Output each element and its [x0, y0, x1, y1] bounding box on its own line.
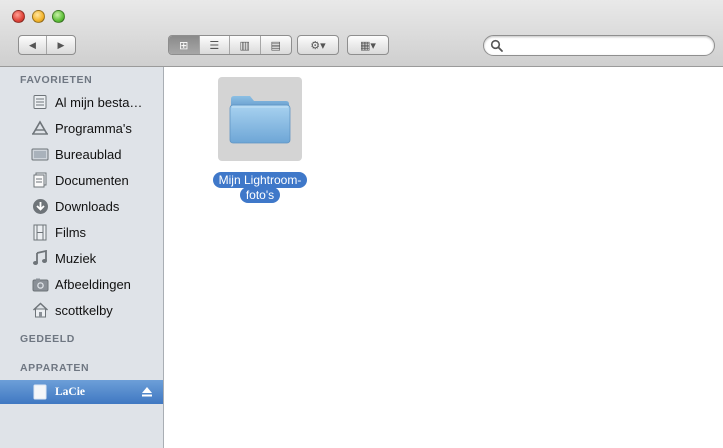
- action-menu-button[interactable]: ⚙▾: [297, 35, 339, 55]
- coverflow-view-icon: ▤: [270, 39, 281, 52]
- close-window-button[interactable]: [12, 10, 25, 23]
- sidebar-item-label: Downloads: [55, 198, 120, 214]
- sidebar-item-lacie[interactable]: LaCie: [0, 380, 163, 404]
- search-icon: [490, 39, 503, 52]
- sidebar-item-label: Films: [55, 224, 87, 240]
- column-view-icon: ▥: [239, 39, 250, 52]
- shared-header: GEDEELD: [20, 333, 75, 345]
- list-view-icon: ☰: [209, 39, 220, 52]
- applications-icon: [31, 119, 49, 137]
- forward-arrow-icon: ▶: [57, 39, 65, 50]
- sidebar-item-home[interactable]: scottkelby: [0, 298, 163, 322]
- sidebar-item-label: Bureaublad: [55, 146, 122, 162]
- sidebar-item-movies[interactable]: Films: [0, 220, 163, 244]
- zoom-window-button[interactable]: [52, 10, 65, 23]
- pictures-icon: [31, 275, 49, 293]
- search-field[interactable]: [483, 35, 715, 56]
- navigation-control: ◀ ▶: [18, 35, 76, 55]
- eject-icon[interactable]: [141, 386, 153, 398]
- sidebar-item-label: Programma's: [55, 120, 132, 136]
- minimize-window-button[interactable]: [32, 10, 45, 23]
- folder-label[interactable]: Mijn Lightroom- foto's: [192, 172, 328, 203]
- music-icon: [31, 249, 49, 267]
- sidebar-item-label: Documenten: [55, 172, 129, 188]
- back-arrow-icon: ◀: [29, 39, 36, 50]
- sidebar-item-desktop[interactable]: Bureaublad: [0, 142, 163, 166]
- sidebar-item-label: scottkelby: [55, 302, 113, 318]
- finder-window: ◀ ▶ ⊞ ☰ ▥ ▤ ⚙▾ ▦▾ FAVORIETEN Al mijn bes…: [0, 0, 723, 448]
- sidebar-item-documents[interactable]: Documenten: [0, 168, 163, 192]
- sidebar-item-label: Afbeeldingen: [55, 276, 131, 292]
- devices-header: APPARATEN: [20, 362, 90, 374]
- list-view-button[interactable]: ☰: [200, 36, 230, 54]
- sidebar-item-label: Muziek: [55, 250, 97, 266]
- gear-icon: ⚙▾: [310, 39, 326, 52]
- back-button[interactable]: ◀: [19, 36, 48, 54]
- sidebar-item-music[interactable]: Muziek: [0, 246, 163, 270]
- drive-icon: [31, 383, 49, 401]
- arrange-menu-button[interactable]: ▦▾: [347, 35, 389, 55]
- view-mode-control: ⊞ ☰ ▥ ▤: [168, 35, 292, 55]
- desktop-icon: [31, 145, 49, 163]
- home-icon: [31, 301, 49, 319]
- favorites-header: FAVORIETEN: [20, 74, 93, 86]
- movies-icon: [31, 223, 49, 241]
- icon-view-icon: ⊞: [179, 39, 189, 52]
- all-files-icon: [31, 93, 49, 111]
- folder-label-line1: Mijn Lightroom-: [212, 172, 308, 188]
- sidebar-item-pictures[interactable]: Afbeeldingen: [0, 272, 163, 296]
- toolbar: ◀ ▶ ⊞ ☰ ▥ ▤ ⚙▾ ▦▾: [0, 0, 723, 67]
- sidebar-item-applications[interactable]: Programma's: [0, 116, 163, 140]
- sidebar-item-all-files[interactable]: Al mijn besta…: [0, 90, 163, 114]
- coverflow-view-button[interactable]: ▤: [261, 36, 291, 54]
- column-view-button[interactable]: ▥: [230, 36, 261, 54]
- documents-icon: [31, 171, 49, 189]
- icon-view-button[interactable]: ⊞: [169, 36, 200, 54]
- sidebar-item-label: Al mijn besta…: [55, 94, 143, 110]
- sidebar-item-label: LaCie: [55, 386, 86, 398]
- file-browser-area: Mijn Lightroom- foto's: [164, 67, 723, 448]
- arrange-icon: ▦▾: [360, 39, 376, 52]
- sidebar-item-downloads[interactable]: Downloads: [0, 194, 163, 218]
- folder-label-line2: foto's: [239, 187, 281, 203]
- sidebar: FAVORIETEN Al mijn besta… Programma's Bu…: [0, 67, 164, 448]
- downloads-icon: [31, 197, 49, 215]
- folder-icon: [229, 96, 291, 144]
- forward-button[interactable]: ▶: [47, 36, 75, 54]
